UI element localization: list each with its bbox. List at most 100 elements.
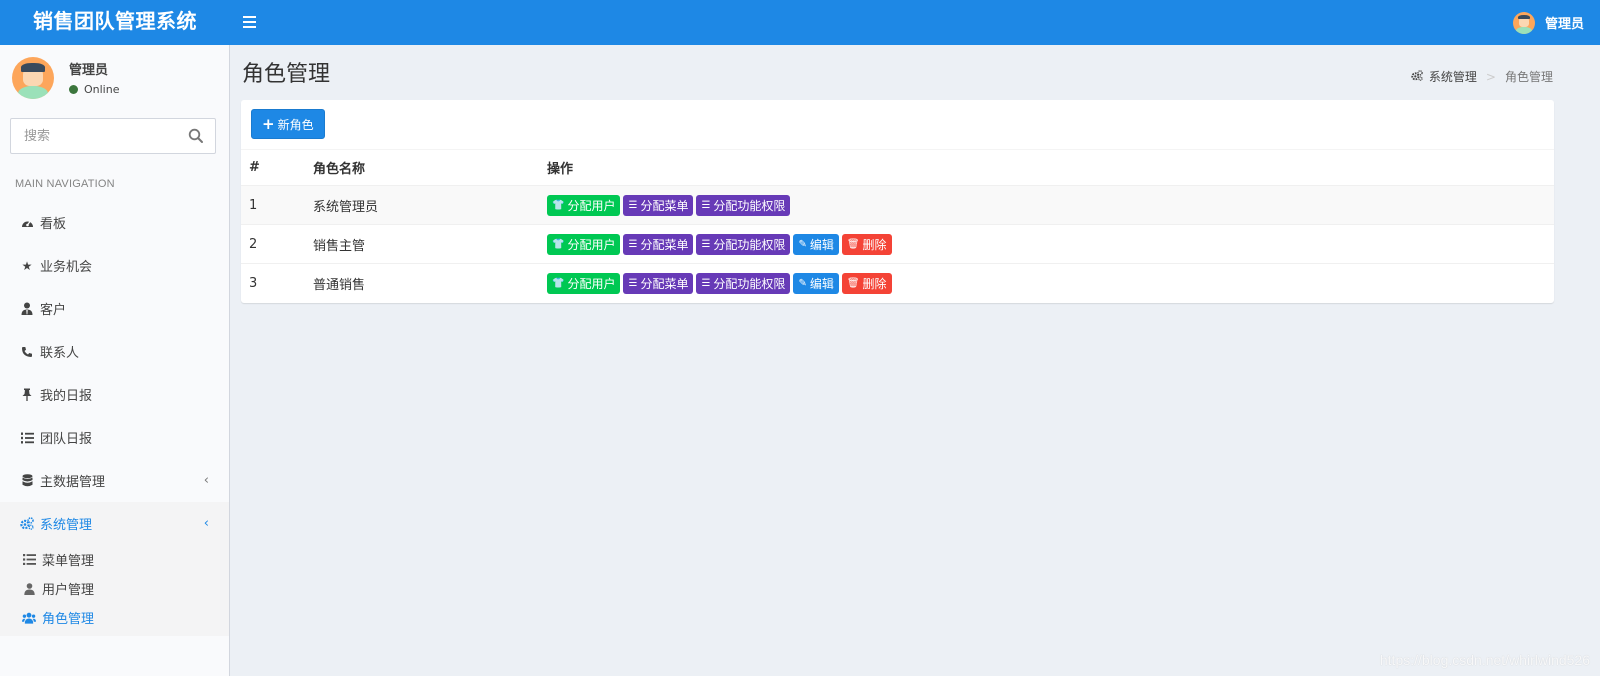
delete-label: 删除 <box>862 237 887 252</box>
list-icon: ☰ <box>701 238 711 250</box>
sidebar-item-my-daily-report[interactable]: 我的日报 <box>0 373 229 416</box>
phone-icon <box>20 345 34 359</box>
sidebar: 管理员 Online MAIN NAVIGATION 看板 ★ 业务机会 <box>0 45 230 676</box>
sidebar-item-opportunities[interactable]: ★ 业务机会 <box>0 244 229 287</box>
list-icon: ☰ <box>628 277 638 289</box>
sidebar-item-label: 团队日报 <box>40 432 93 447</box>
sidebar-item-contacts[interactable]: 联系人 <box>0 330 229 373</box>
col-header-actions: 操作 <box>547 149 1554 186</box>
assign-menu-button[interactable]: ☰ 分配菜单 <box>623 272 694 294</box>
add-role-button[interactable]: + 新角色 <box>251 109 325 139</box>
delete-button[interactable]: 🗑 删除 <box>841 272 892 294</box>
cell-index: 3 <box>241 263 313 303</box>
avatar <box>1512 11 1535 34</box>
user-menu[interactable]: 管理员 <box>1512 0 1584 45</box>
sidebar-item-label: 系统管理 <box>40 518 93 533</box>
add-role-label: 新角色 <box>277 117 314 132</box>
sidebar-item-label: 我的日报 <box>40 389 93 404</box>
sidebar-item-team-daily-report[interactable]: 团队日报 <box>0 416 229 459</box>
list-icon: ☰ <box>701 199 711 211</box>
top-header: 销售团队管理系统 管理员 <box>0 0 1600 45</box>
trash-icon: 🗑 <box>846 277 860 289</box>
user-status-text: Online <box>84 83 120 96</box>
sidebar-subitem-user-management[interactable]: 用户管理 <box>0 574 229 603</box>
breadcrumb-separator: > <box>1485 69 1496 84</box>
assign-user-label: 分配用户 <box>567 198 616 213</box>
sidebar-subitem-label: 菜单管理 <box>42 554 95 569</box>
assign-permission-label: 分配功能权限 <box>713 237 786 252</box>
assign-permission-label: 分配功能权限 <box>713 276 786 291</box>
breadcrumb-current: 角色管理 <box>1504 70 1553 84</box>
assign-permission-button[interactable]: ☰ 分配功能权限 <box>696 272 791 294</box>
assign-user-button[interactable]: 👕 分配用户 <box>547 194 621 216</box>
chevron-left-icon: ‹ <box>203 473 209 488</box>
sidebar-item-system-management[interactable]: 系统管理 ‹ <box>0 502 229 545</box>
row-actions: 👕 分配用户 ☰ 分配菜单 ☰ 分配功能权限 ✎ 编辑 🗑 删除 <box>547 233 1554 255</box>
sidebar-item-dashboard[interactable]: 看板 <box>0 201 229 244</box>
search-box <box>10 118 216 154</box>
list-ol-icon <box>20 431 34 445</box>
assign-menu-label: 分配菜单 <box>640 237 689 252</box>
cell-index: 1 <box>241 185 313 225</box>
sidebar-item-master-data[interactable]: 主数据管理 ‹ <box>0 459 229 502</box>
assign-menu-button[interactable]: ☰ 分配菜单 <box>623 194 694 216</box>
search-icon[interactable] <box>188 128 204 144</box>
cell-role-name: 系统管理员 <box>313 185 547 225</box>
app-logo[interactable]: 销售团队管理系统 <box>0 0 230 45</box>
user-icon <box>22 582 36 596</box>
roles-box: + 新角色 # 角色名称 操作 1 系统管理员 👕 分配用户 ☰ 分配菜单 ☰ 分配功… <box>241 100 1554 303</box>
user-panel: 管理员 Online <box>12 57 222 101</box>
main-nav: 看板 ★ 业务机会 客户 联系人 我的日报 团队日报 主数据管理 ‹ 系统管理 … <box>0 201 229 636</box>
delete-label: 删除 <box>862 276 887 291</box>
user-panel-name: 管理员 <box>69 63 109 78</box>
pencil-icon: ✎ <box>798 238 807 250</box>
user-tie-icon <box>20 302 34 316</box>
edit-button[interactable]: ✎ 编辑 <box>793 272 839 294</box>
shirt-icon: 👕 <box>552 199 565 211</box>
list-icon: ☰ <box>701 277 711 289</box>
hamburger-icon[interactable] <box>238 11 258 33</box>
cell-role-name: 普通销售 <box>313 263 547 303</box>
assign-user-label: 分配用户 <box>567 237 616 252</box>
edit-label: 编辑 <box>809 237 834 252</box>
system-management-submenu: 菜单管理 用户管理 角色管理 <box>0 545 229 636</box>
edit-button[interactable]: ✎ 编辑 <box>793 233 839 255</box>
table-header-row: # 角色名称 操作 <box>241 149 1554 186</box>
trash-icon: 🗑 <box>846 238 860 250</box>
sidebar-item-customers[interactable]: 客户 <box>0 287 229 330</box>
roles-table: # 角色名称 操作 1 系统管理员 👕 分配用户 ☰ 分配菜单 ☰ 分配功能权限 2 <box>241 149 1554 303</box>
assign-menu-label: 分配菜单 <box>640 198 689 213</box>
pin-icon <box>20 388 34 402</box>
users-icon <box>22 611 36 625</box>
edit-label: 编辑 <box>809 276 834 291</box>
sidebar-item-label: 看板 <box>40 217 67 232</box>
table-row: 1 系统管理员 👕 分配用户 ☰ 分配菜单 ☰ 分配功能权限 <box>241 185 1554 225</box>
assign-permission-button[interactable]: ☰ 分配功能权限 <box>696 194 791 216</box>
table-row: 2 销售主管 👕 分配用户 ☰ 分配菜单 ☰ 分配功能权限 ✎ 编辑 🗑 删除 <box>241 224 1554 264</box>
sidebar-subitem-menu-management[interactable]: 菜单管理 <box>0 545 229 574</box>
assign-menu-label: 分配菜单 <box>640 276 689 291</box>
shirt-icon: 👕 <box>552 238 565 250</box>
sidebar-item-label: 客户 <box>40 303 67 318</box>
delete-button[interactable]: 🗑 删除 <box>841 233 892 255</box>
chevron-left-icon: ‹ <box>203 516 209 531</box>
sidebar-subitem-label: 用户管理 <box>42 583 95 598</box>
cell-role-name: 销售主管 <box>313 224 547 264</box>
dashboard-icon <box>20 216 34 230</box>
cogs-icon <box>20 517 34 531</box>
search-input[interactable] <box>11 119 171 153</box>
table-row: 3 普通销售 👕 分配用户 ☰ 分配菜单 ☰ 分配功能权限 ✎ 编辑 🗑 删除 <box>241 263 1554 303</box>
user-status: Online <box>69 83 119 96</box>
assign-user-button[interactable]: 👕 分配用户 <box>547 233 621 255</box>
assign-permission-button[interactable]: ☰ 分配功能权限 <box>696 233 791 255</box>
sidebar-item-label: 联系人 <box>40 346 80 361</box>
status-dot-icon <box>69 85 78 94</box>
sidebar-subitem-role-management[interactable]: 角色管理 <box>0 603 229 632</box>
assign-user-button[interactable]: 👕 分配用户 <box>547 272 621 294</box>
watermark: https://blog.csdn.net/whirlwind526 <box>1379 652 1590 668</box>
assign-menu-button[interactable]: ☰ 分配菜单 <box>623 233 694 255</box>
breadcrumb-parent[interactable]: 系统管理 <box>1429 68 1477 85</box>
list-icon: ☰ <box>628 238 638 250</box>
database-icon <box>20 474 34 488</box>
avatar <box>12 57 54 99</box>
